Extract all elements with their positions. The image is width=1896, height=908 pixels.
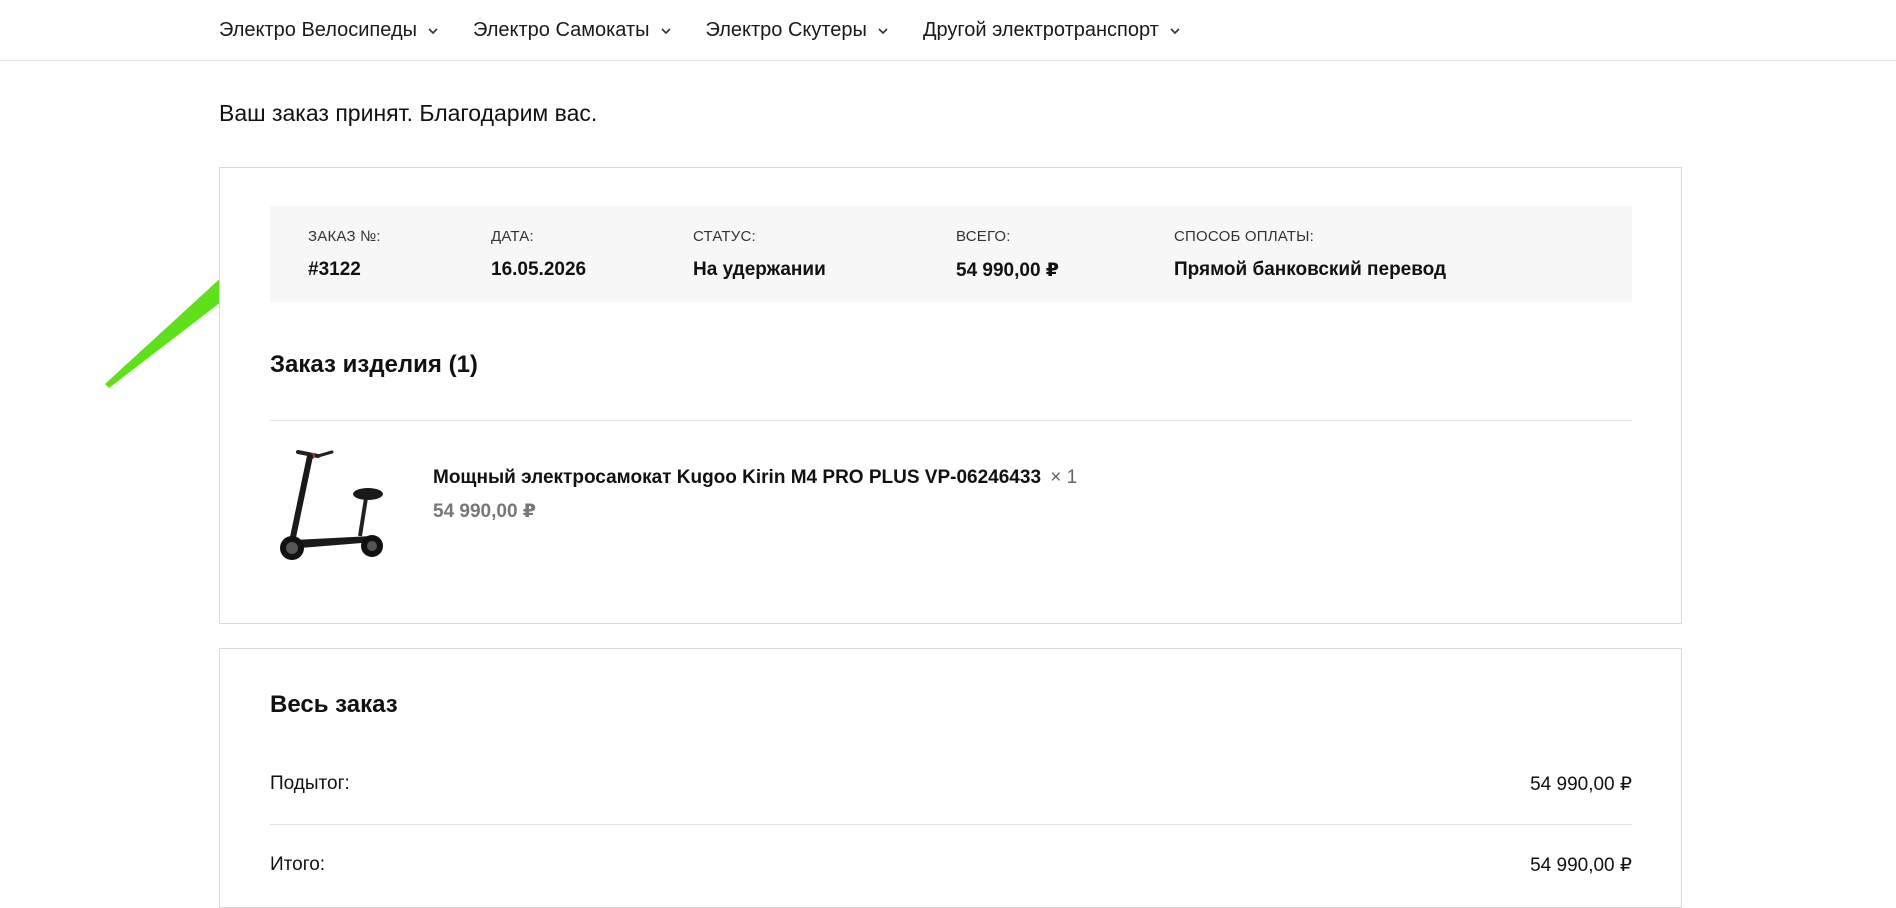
subtotal-value: 54 990,00 ₽	[1530, 774, 1632, 795]
product-image[interactable]	[270, 444, 394, 568]
subtotal-row: Подытог: 54 990,00 ₽	[270, 773, 1632, 796]
order-items-title: Заказ изделия (1)	[270, 351, 478, 378]
order-date-field: ДАТА: 16.05.2026	[491, 228, 586, 281]
order-totals-title: Весь заказ	[270, 691, 398, 718]
product-name[interactable]: Мощный электросамокат Kugoo Kirin M4 PRO…	[433, 467, 1077, 489]
chevron-down-icon	[1170, 27, 1180, 34]
nav-item-label: Электро Скутеры	[705, 19, 867, 41]
order-total-field: ВСЕГО: 54 990,00 ₽	[956, 228, 1059, 282]
chevron-down-icon	[878, 27, 888, 34]
order-number-field: ЗАКАЗ №: #3122	[308, 228, 381, 281]
nav-menu: Электро Велосипеды Электро Самокаты Элек…	[219, 0, 1181, 61]
order-totals-box: Весь заказ Подытог: 54 990,00 ₽ Итого: 5…	[219, 648, 1682, 908]
chevron-down-icon	[428, 27, 438, 34]
order-overview: ЗАКАЗ №: #3122 ДАТА: 16.05.2026 СТАТУС: …	[270, 206, 1632, 302]
divider	[270, 420, 1632, 421]
order-details-box: ЗАКАЗ №: #3122 ДАТА: 16.05.2026 СТАТУС: …	[219, 167, 1682, 624]
total-value: 54 990,00 ₽	[1530, 855, 1632, 876]
order-date-label: ДАТА:	[491, 228, 534, 245]
chevron-down-icon	[660, 27, 671, 34]
total-row: Итого: 54 990,00 ₽	[270, 854, 1632, 877]
top-navigation: Электро Велосипеды Электро Самокаты Элек…	[0, 0, 1896, 61]
divider	[270, 824, 1632, 825]
order-number: #3122	[308, 259, 361, 280]
product-title[interactable]: Мощный электросамокат Kugoo Kirin M4 PRO…	[433, 467, 1041, 488]
payment-method: Прямой банковский перевод	[1174, 259, 1447, 280]
nav-item-e-scooters[interactable]: Электро Самокаты	[473, 19, 672, 42]
order-status-label: СТАТУС:	[693, 228, 756, 245]
order-received-notice: Ваш заказ принят. Благодарим вас.	[219, 100, 598, 126]
nav-item-label: Электро Самокаты	[473, 19, 650, 41]
payment-method-field: СПОСОБ ОПЛАТЫ: Прямой банковский перевод	[1174, 228, 1446, 281]
order-total-label: ВСЕГО:	[956, 228, 1011, 245]
subtotal-label: Подытог:	[270, 773, 350, 794]
nav-item-e-mopeds[interactable]: Электро Скутеры	[706, 19, 889, 42]
nav-item-label: Другой электротранспорт	[922, 19, 1159, 41]
total-label: Итого:	[270, 854, 326, 875]
order-status: На удержании	[693, 259, 826, 280]
nav-item-e-bikes[interactable]: Электро Велосипеды	[219, 19, 439, 42]
nav-item-label: Электро Велосипеды	[219, 19, 417, 41]
nav-item-other-transport[interactable]: Другой электротранспорт	[923, 19, 1181, 42]
order-number-label: ЗАКАЗ №:	[308, 228, 381, 245]
payment-method-label: СПОСОБ ОПЛАТЫ:	[1174, 228, 1314, 245]
product-quantity: × 1	[1050, 467, 1078, 488]
order-status-field: СТАТУС: На удержании	[693, 228, 826, 281]
order-total: 54 990,00 ₽	[956, 260, 1060, 281]
product-price: 54 990,00 ₽	[433, 501, 537, 522]
order-date: 16.05.2026	[491, 259, 587, 280]
